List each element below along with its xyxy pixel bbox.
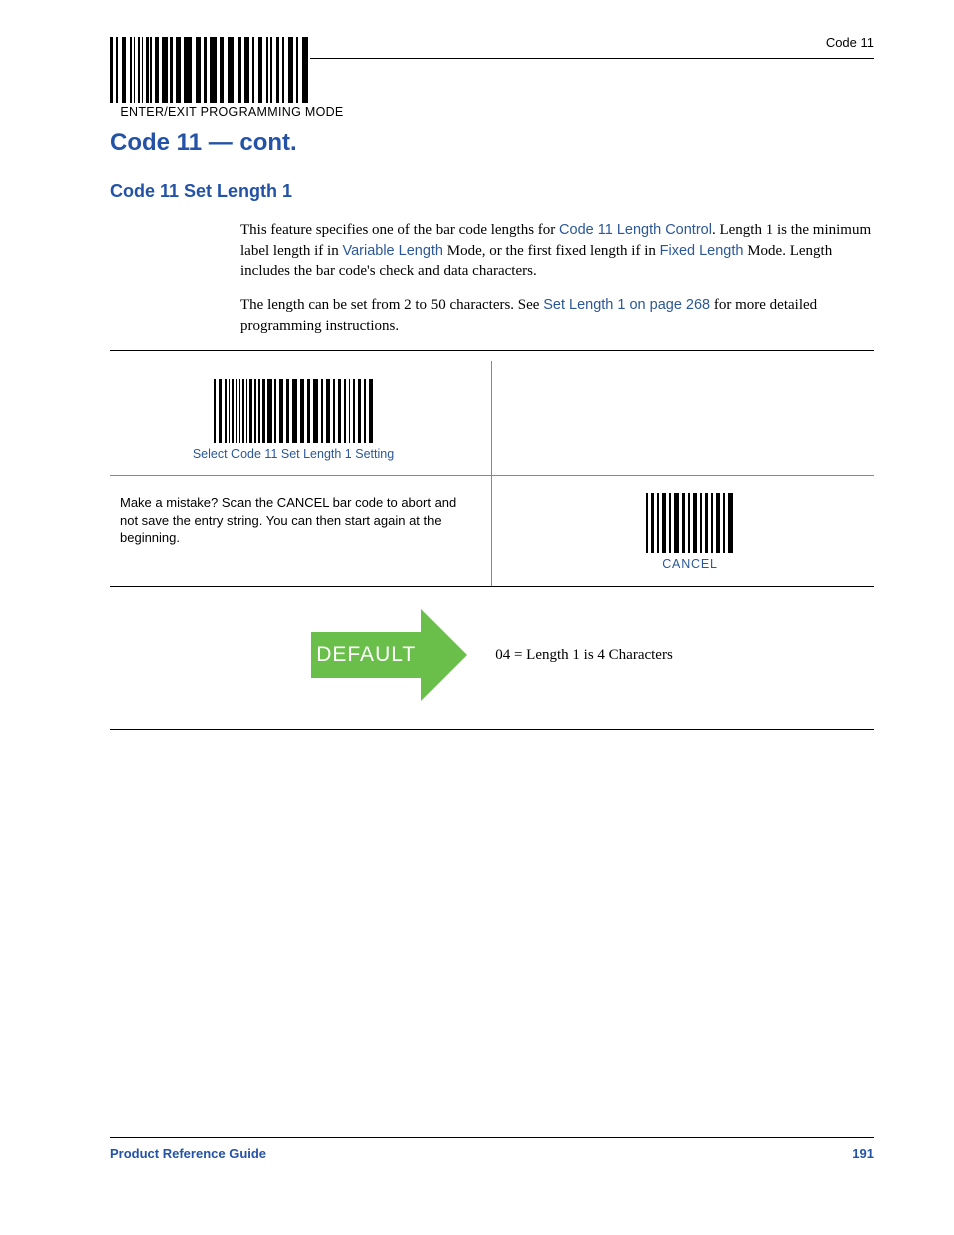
cell-mistake-text: Make a mistake? Scan the CANCEL bar code… [110, 476, 492, 586]
link-variable-length[interactable]: Variable Length [342, 243, 443, 259]
paragraph-2: The length can be set from 2 to 50 chara… [110, 295, 874, 336]
p1-t1: This feature specifies one of the bar co… [240, 222, 559, 238]
footer-title: Product Reference Guide [110, 1146, 266, 1161]
cancel-barcode-block: CANCEL [646, 493, 734, 571]
default-arrow: DEFAULT [311, 609, 467, 701]
barcode-cancel [646, 493, 734, 553]
page-footer: Product Reference Guide 191 [110, 1137, 874, 1161]
default-row: DEFAULT 04 = Length 1 is 4 Characters [110, 587, 874, 730]
mistake-instructions: Make a mistake? Scan the CANCEL bar code… [120, 494, 467, 547]
paragraph-1: This feature specifies one of the bar co… [110, 220, 874, 281]
p1-t3: Mode, or the first fixed length if in [443, 243, 660, 259]
enter-exit-caption: ENTER/EXIT PROGRAMMING MODE [110, 105, 354, 119]
cell-cancel-barcode: CANCEL [492, 476, 874, 586]
divider-top [110, 350, 874, 351]
heading-main: Code 11 — cont. [110, 129, 874, 157]
header-section-label: Code 11 [826, 35, 874, 50]
link-length-control[interactable]: Code 11 Length Control [559, 222, 712, 238]
barcode-enter-exit [110, 37, 310, 103]
heading-sub: Code 11 Set Length 1 [110, 181, 874, 202]
arrow-head-icon [421, 609, 467, 701]
table-row: Select Code 11 Set Length 1 Setting [110, 361, 874, 476]
footer-page-number: 191 [852, 1146, 874, 1161]
default-value-text: 04 = Length 1 is 4 Characters [495, 647, 673, 664]
options-table: Select Code 11 Set Length 1 Setting Make… [110, 361, 874, 730]
default-arrow-label: DEFAULT [311, 632, 421, 678]
p2-t1: The length can be set from 2 to 50 chara… [240, 297, 543, 313]
barcode-select-length [214, 379, 374, 443]
enter-exit-barcode-block: ENTER/EXIT PROGRAMMING MODE [110, 37, 874, 119]
link-fixed-length[interactable]: Fixed Length [660, 243, 744, 259]
cancel-barcode-caption: CANCEL [662, 557, 718, 571]
table-row: Make a mistake? Scan the CANCEL bar code… [110, 476, 874, 587]
cell-empty [492, 361, 874, 475]
link-set-length-page[interactable]: Set Length 1 on page 268 [543, 297, 710, 313]
cell-select-barcode: Select Code 11 Set Length 1 Setting [110, 361, 492, 475]
select-barcode-caption: Select Code 11 Set Length 1 Setting [193, 447, 394, 461]
